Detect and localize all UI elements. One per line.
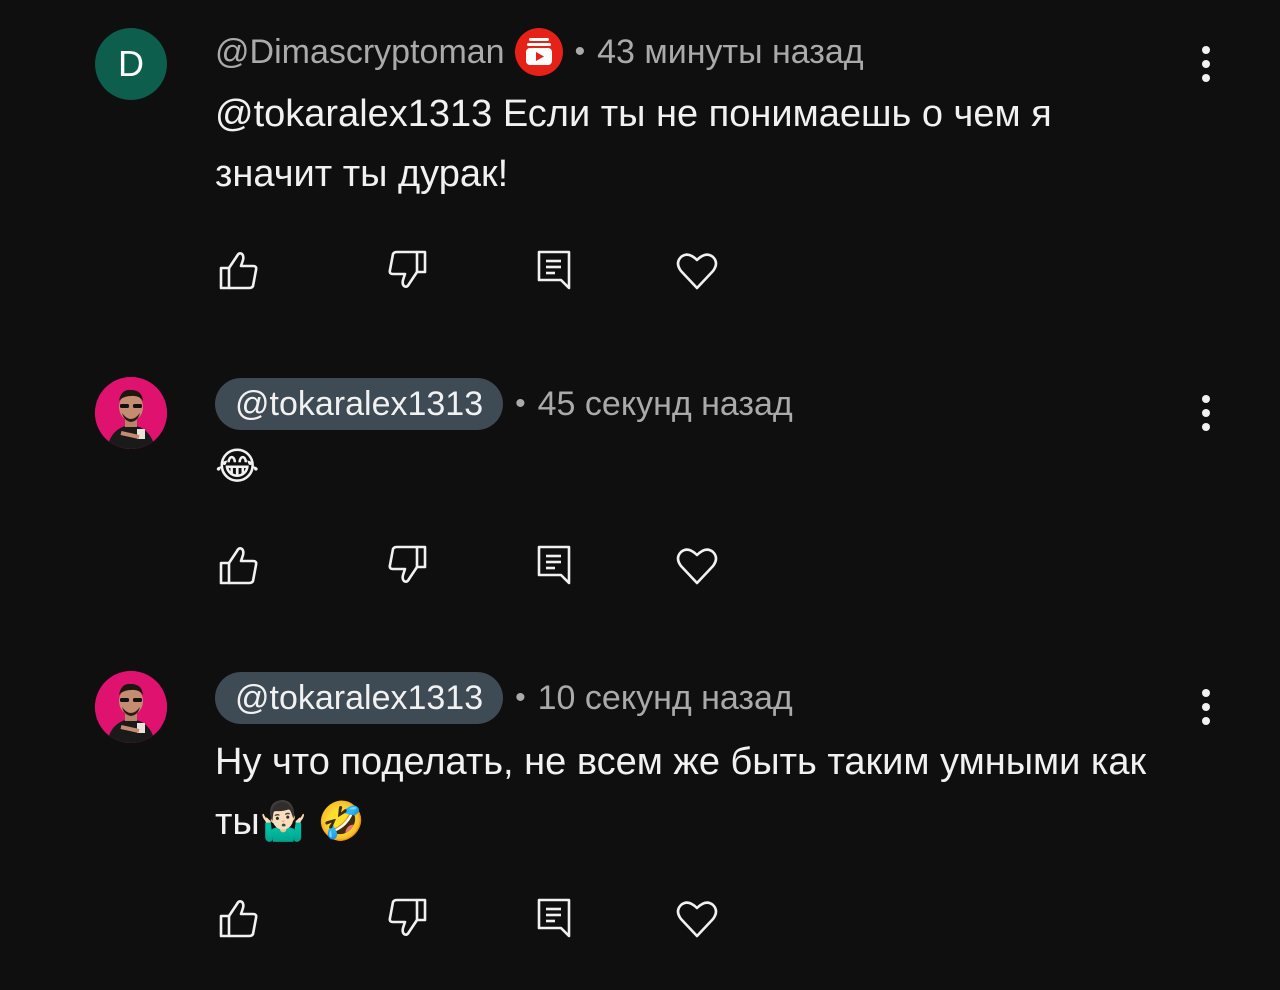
thumbs-up-icon[interactable] <box>217 248 261 292</box>
comment-text: Ну что поделать, не всем же быть таким у… <box>215 741 1147 843</box>
separator-dot: • <box>515 681 526 714</box>
avatar[interactable] <box>95 671 167 743</box>
thumbs-down-icon[interactable] <box>385 248 429 292</box>
comment-text: @tokaralex1313 Если ты не понимаешь о че… <box>215 93 1052 195</box>
heart-icon[interactable] <box>675 248 719 292</box>
heart-icon[interactable] <box>675 543 719 587</box>
comment-header: @Dimascryptoman • 43 минуты назад <box>215 26 864 78</box>
more-vertical-icon[interactable] <box>1190 393 1222 433</box>
youtube-membership-badge-icon <box>514 28 563 76</box>
author-name[interactable]: @Dimascryptoman <box>215 33 505 72</box>
separator-dot: • <box>574 35 586 68</box>
comment-text: 😂 <box>215 444 260 488</box>
comment-header: @tokaralex1313 • 10 секунд назад <box>215 672 793 724</box>
thumbs-up-icon[interactable] <box>217 896 261 940</box>
reply-icon[interactable] <box>533 543 577 587</box>
more-vertical-icon[interactable] <box>1190 687 1222 727</box>
avatar[interactable] <box>95 377 167 449</box>
heart-icon[interactable] <box>675 896 719 940</box>
author-name[interactable]: @tokaralex1313 <box>215 378 504 430</box>
comment-header: @tokaralex1313 • 45 секунд назад <box>215 378 793 430</box>
thumbs-down-icon[interactable] <box>385 543 429 587</box>
reply-icon[interactable] <box>533 248 577 292</box>
avatar[interactable]: D <box>95 28 167 100</box>
reply-icon[interactable] <box>533 896 577 940</box>
thumbs-up-icon[interactable] <box>217 543 261 587</box>
author-name[interactable]: @tokaralex1313 <box>215 672 504 724</box>
separator-dot: • <box>515 387 526 420</box>
timestamp: 43 минуты назад <box>597 32 864 71</box>
more-vertical-icon[interactable] <box>1190 44 1222 84</box>
timestamp: 10 секунд назад <box>537 678 793 717</box>
timestamp: 45 секунд назад <box>537 384 793 423</box>
thumbs-down-icon[interactable] <box>385 896 429 940</box>
